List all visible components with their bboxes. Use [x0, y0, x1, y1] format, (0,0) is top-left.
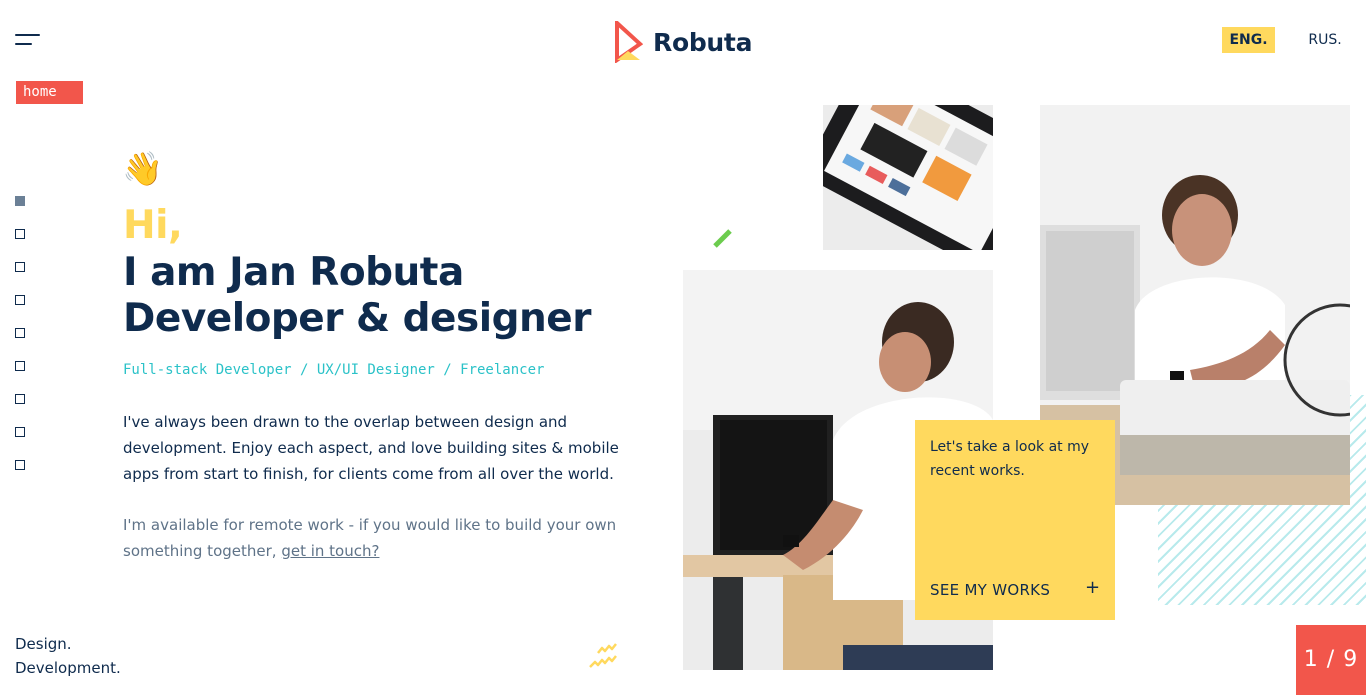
yellow-squiggle-icon — [589, 643, 617, 668]
section-nav-dot-1[interactable] — [15, 196, 25, 206]
section-nav-dot-4[interactable] — [15, 295, 25, 305]
about-paragraph: I've always been drawn to the overlap be… — [123, 413, 619, 483]
tagline: Design. Development. — [15, 632, 121, 680]
waving-hand-icon: 👋 — [122, 149, 164, 188]
plus-icon: + — [1085, 577, 1101, 598]
lang-rus-button[interactable]: RUS. — [1300, 27, 1350, 53]
logo-text: Robuta — [653, 27, 753, 57]
robuta-logo-icon — [615, 21, 643, 63]
green-dash-decoration — [713, 229, 732, 248]
lang-eng-button[interactable]: ENG. — [1222, 27, 1275, 53]
tablet-photo — [823, 105, 993, 250]
see-my-works-button[interactable]: SEE MY WORKS — [930, 581, 1050, 599]
tagline-line-1: Design. — [15, 635, 72, 653]
logo[interactable]: Robuta — [613, 20, 752, 64]
see-works-card[interactable]: Let's take a look at my recent works. SE… — [915, 420, 1115, 620]
section-tag: home — [16, 81, 83, 104]
page-counter: 1 / 9 — [1296, 625, 1366, 695]
tagline-line-2: Development. — [15, 659, 121, 677]
section-nav-dot-2[interactable] — [15, 229, 25, 239]
section-nav — [15, 196, 25, 493]
remote-paragraph: I'm available for remote work - if you w… — [123, 512, 643, 564]
section-nav-dot-5[interactable] — [15, 328, 25, 338]
greeting: Hi, — [123, 203, 183, 248]
see-works-text: Let's take a look at my recent works. — [930, 439, 1090, 479]
section-nav-dot-9[interactable] — [15, 460, 25, 470]
section-nav-dot-6[interactable] — [15, 361, 25, 371]
hamburger-menu-icon[interactable] — [15, 32, 41, 48]
headline-line-2: Developer & designer — [123, 296, 591, 341]
page-title: I am Jan Robuta Developer & designer — [123, 250, 591, 342]
roles-subtitle: Full-stack Developer / UX/UI Designer / … — [123, 362, 545, 378]
section-nav-dot-8[interactable] — [15, 427, 25, 437]
get-in-touch-link[interactable]: get in touch? — [281, 542, 379, 560]
section-nav-dot-7[interactable] — [15, 394, 25, 404]
headline-line-1: I am Jan Robuta — [123, 250, 464, 295]
section-nav-dot-3[interactable] — [15, 262, 25, 272]
